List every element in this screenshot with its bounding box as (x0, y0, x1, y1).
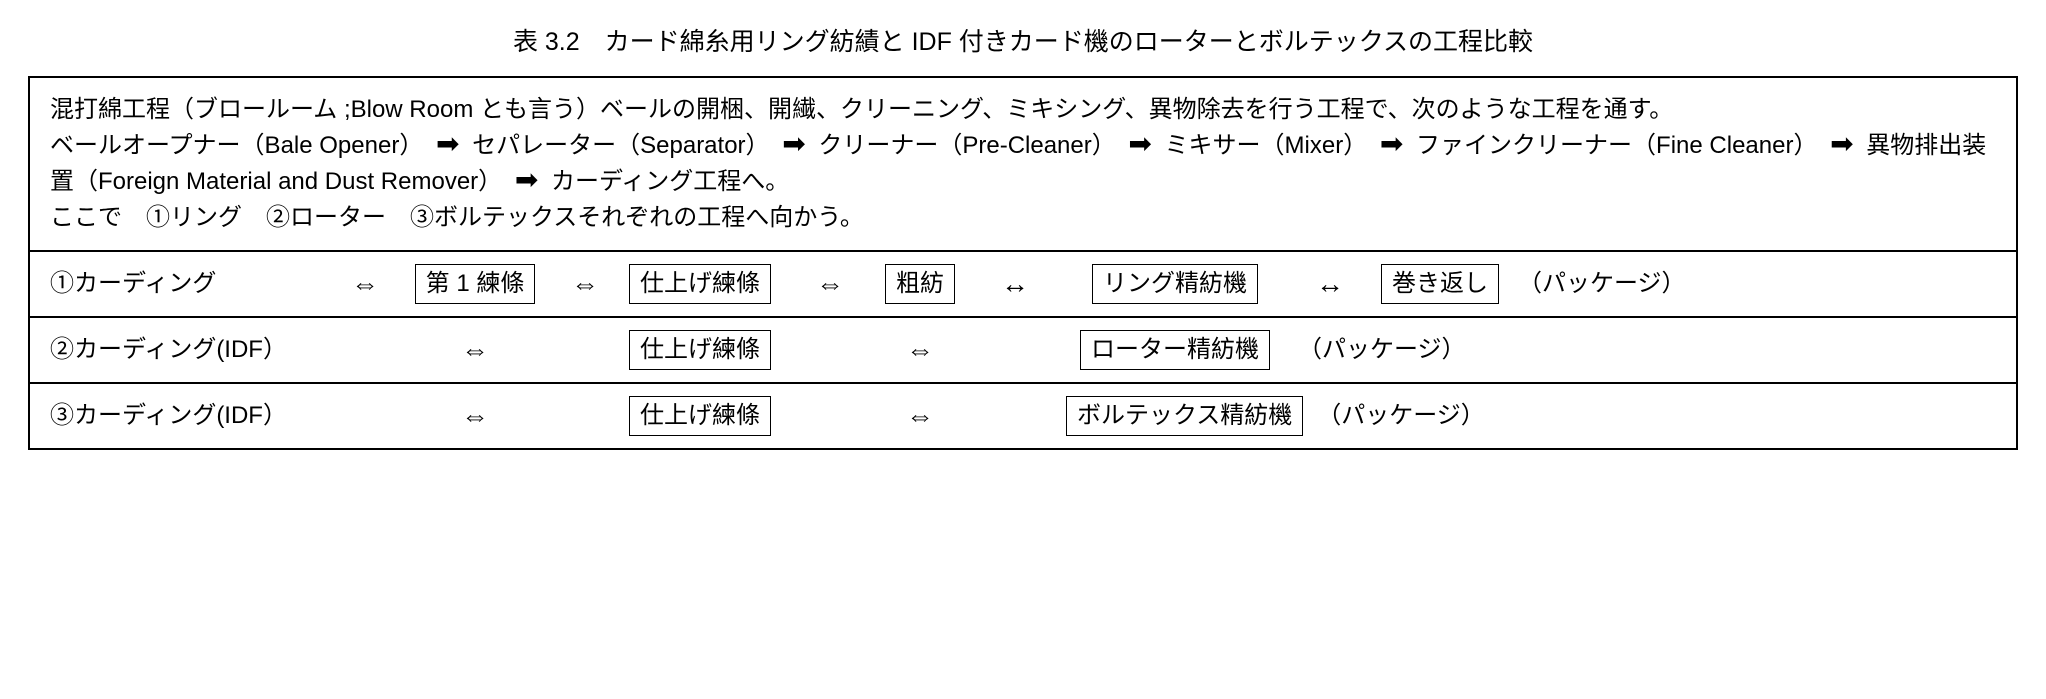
step-box: 仕上げ練條 (629, 264, 771, 304)
first-step: ①カーディング (50, 266, 216, 302)
step-box: ローター精紡機 (1080, 330, 1270, 370)
arrow-both-open-icon: ⇔ (461, 402, 489, 430)
intro-flow: ベールオープナー（Bale Opener） ➡ セパレーター（Separator… (50, 128, 1996, 200)
step-box: リング精紡機 (1092, 264, 1258, 304)
flow-step: ファインクリーナー（Fine Cleaner） (1416, 132, 1817, 159)
step-box: ボルテックス精紡機 (1066, 396, 1303, 436)
package-suffix: （パッケージ） (1298, 332, 1466, 368)
arrow-both-open-icon: ⇔ (571, 270, 599, 298)
arrow-both-solid-icon: ↔ (1316, 270, 1344, 298)
step-box: 巻き返し (1381, 264, 1499, 304)
arrow-right-icon: ➡ (1128, 130, 1151, 158)
arrow-right-icon: ➡ (436, 130, 459, 158)
flow-step: セパレーター（Separator） (472, 132, 769, 159)
arrow-both-solid-icon: ↔ (1001, 270, 1029, 298)
flow-step: クリーナー（Pre-Cleaner） (818, 132, 1115, 159)
process-row-rotor: ②カーディング(IDF） ⇔ 仕上げ練條 ⇔ ローター精紡機 （パッケージ） (30, 318, 2016, 384)
first-step: ③カーディング(IDF） (50, 398, 287, 434)
table-title: 表 3.2 カード綿糸用リング紡績と IDF 付きカード機のローターとボルテック… (28, 24, 2018, 62)
arrow-right-icon: ➡ (1830, 130, 1853, 158)
intro-block: 混打綿工程（ブロールーム ;Blow Room とも言う）ベールの開梱、開繊、ク… (30, 78, 2016, 252)
arrow-both-open-icon: ⇔ (816, 270, 844, 298)
process-row-vortex: ③カーディング(IDF） ⇔ 仕上げ練條 ⇔ ボルテックス精紡機 （パッケージ） (30, 384, 2016, 448)
step-box: 仕上げ練條 (629, 330, 771, 370)
comparison-table: 混打綿工程（ブロールーム ;Blow Room とも言う）ベールの開梱、開繊、ク… (28, 76, 2018, 450)
arrow-right-icon: ➡ (1380, 130, 1403, 158)
package-suffix: （パッケージ） (1518, 266, 1686, 302)
arrow-right-icon: ➡ (515, 166, 538, 194)
row-label: ③カーディング(IDF） (50, 398, 340, 434)
step-box: 粗紡 (885, 264, 955, 304)
intro-line-1: 混打綿工程（ブロールーム ;Blow Room とも言う）ベールの開梱、開繊、ク… (50, 92, 1996, 128)
flow-step: カーディング工程へ。 (551, 168, 789, 195)
row-label: ②カーディング(IDF） (50, 332, 340, 368)
intro-branch: ここで ①リング ②ローター ③ボルテックスそれぞれの工程へ向かう。 (50, 200, 1996, 236)
flow-step: ベールオープナー（Bale Opener） (50, 132, 423, 159)
arrow-both-open-icon: ⇔ (351, 270, 379, 298)
flow-step: ミキサー（Mixer） (1165, 132, 1368, 159)
arrow-both-open-icon: ⇔ (906, 336, 934, 364)
process-row-ring: ①カーディング ⇔ 第 1 練條 ⇔ 仕上げ練條 ⇔ 粗紡 ↔ リング精紡機 ↔… (30, 252, 2016, 318)
arrow-both-open-icon: ⇔ (461, 336, 489, 364)
step-box: 第 1 練條 (415, 264, 536, 304)
first-step: ②カーディング(IDF） (50, 332, 287, 368)
package-suffix: （パッケージ） (1317, 398, 1485, 434)
row-label: ①カーディング (50, 266, 340, 302)
arrow-both-open-icon: ⇔ (906, 402, 934, 430)
step-box: 仕上げ練條 (629, 396, 771, 436)
arrow-right-icon: ➡ (782, 130, 805, 158)
